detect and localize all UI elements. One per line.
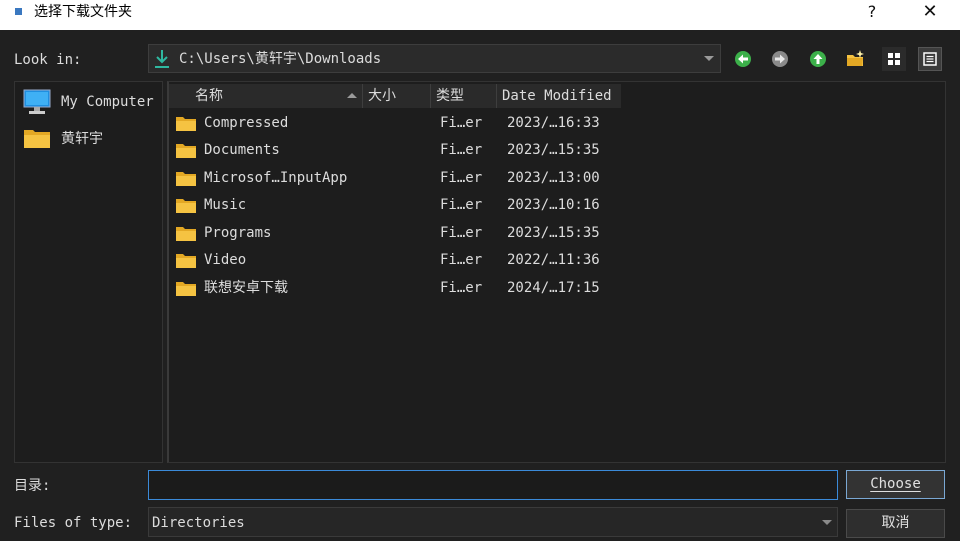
detail-view-icon: [923, 52, 937, 66]
table-row[interactable]: Microsof…InputApp Fi…er 2023/…13:00: [169, 165, 621, 191]
file-type: Fi…er: [440, 252, 483, 268]
table-row[interactable]: Video Fi…er 2022/…11:36: [169, 247, 621, 273]
file-type: Fi…er: [440, 170, 483, 186]
file-name: Programs: [204, 225, 272, 241]
forward-button[interactable]: [768, 47, 792, 71]
download-icon: [154, 49, 170, 73]
icon-view-icon: [888, 53, 900, 65]
file-date: 2023/…16:33: [507, 115, 600, 131]
folder-icon: [176, 282, 196, 296]
file-name: Microsof…InputApp: [204, 170, 348, 186]
column-header-label: 名称: [195, 88, 223, 104]
look-in-label: Look in:: [14, 52, 82, 68]
folder-icon: [176, 254, 196, 268]
file-name: Video: [204, 252, 247, 268]
cancel-button[interactable]: 取消: [846, 509, 945, 538]
table-row[interactable]: Music Fi…er 2023/…10:16: [169, 192, 621, 218]
sort-ascending-icon: [347, 93, 357, 98]
file-type: Fi…er: [440, 197, 483, 213]
sidebar-item-label: 黄轩宇: [61, 131, 103, 147]
table-row[interactable]: 联想安卓下载 Fi…er 2024/…17:15: [169, 275, 621, 301]
column-header-date[interactable]: Date Modified: [497, 84, 621, 108]
forward-icon: [772, 51, 788, 67]
file-type-value: Directories: [152, 515, 245, 531]
sidebar-item-my-computer[interactable]: My Computer: [23, 88, 154, 116]
column-headers: 名称 大小 类型 Date Modified: [169, 82, 621, 108]
folder-icon: [176, 227, 196, 241]
file-list: 名称 大小 类型 Date Modified Compressed Fi…er …: [167, 81, 946, 463]
file-date: 2022/…11:36: [507, 252, 600, 268]
file-type: Fi…er: [440, 142, 483, 158]
sidebar-item-user[interactable]: 黄轩宇: [23, 124, 103, 152]
new-folder-button[interactable]: [843, 47, 867, 71]
folder-icon: [176, 144, 196, 158]
file-type-label: Files of type:: [14, 515, 133, 531]
table-row[interactable]: Compressed Fi…er 2023/…16:33: [169, 110, 621, 136]
file-name: 联想安卓下载: [204, 280, 288, 296]
title-bar: 选择下载文件夹 ? ✕: [0, 0, 960, 30]
back-icon: [735, 51, 751, 67]
look-in-combo[interactable]: C:\Users\黄轩宇\Downloads: [148, 44, 721, 73]
column-header-size[interactable]: 大小: [363, 84, 431, 108]
parent-folder-button[interactable]: [806, 47, 830, 71]
file-name: Compressed: [204, 115, 289, 131]
file-date: 2023/…10:16: [507, 197, 600, 213]
sidebar-item-label: My Computer: [61, 94, 154, 110]
directory-label: 目录:: [14, 478, 51, 494]
column-header-label: 大小: [368, 88, 396, 104]
column-header-type[interactable]: 类型: [431, 84, 497, 108]
detail-view-button[interactable]: [918, 47, 942, 71]
choose-button[interactable]: Choose: [846, 470, 945, 499]
folder-icon: [176, 172, 196, 186]
column-header-label: Date Modified: [502, 88, 612, 104]
folder-icon: [176, 117, 196, 131]
file-name: Documents: [204, 142, 280, 158]
computer-icon: [23, 89, 51, 114]
table-row[interactable]: Documents Fi…er 2023/…15:35: [169, 137, 621, 163]
sidebar: My Computer 黄轩宇: [14, 81, 163, 463]
look-in-path: C:\Users\黄轩宇\Downloads: [179, 51, 382, 67]
close-button[interactable]: ✕: [908, 0, 952, 26]
folder-icon: [176, 199, 196, 213]
back-button[interactable]: [731, 47, 755, 71]
file-type: Fi…er: [440, 225, 483, 241]
file-date: 2023/…13:00: [507, 170, 600, 186]
file-name: Music: [204, 197, 247, 213]
chevron-down-icon[interactable]: [704, 56, 714, 61]
help-button[interactable]: ?: [850, 0, 894, 26]
file-type-select[interactable]: Directories: [148, 507, 838, 537]
column-header-label: 类型: [436, 88, 464, 104]
column-header-name[interactable]: 名称: [169, 84, 363, 108]
icon-view-button[interactable]: [882, 47, 906, 71]
file-date: 2023/…15:35: [507, 142, 600, 158]
folder-icon: [24, 130, 50, 148]
new-folder-icon: [847, 50, 864, 66]
app-icon: [15, 8, 22, 15]
directory-input[interactable]: [148, 470, 838, 500]
file-type: Fi…er: [440, 280, 483, 296]
file-type: Fi…er: [440, 115, 483, 131]
table-row[interactable]: Programs Fi…er 2023/…15:35: [169, 220, 621, 246]
file-date: 2024/…17:15: [507, 280, 600, 296]
window-title: 选择下载文件夹: [34, 4, 132, 20]
parent-folder-icon: [810, 51, 826, 67]
file-date: 2023/…15:35: [507, 225, 600, 241]
chevron-down-icon[interactable]: [822, 520, 832, 525]
